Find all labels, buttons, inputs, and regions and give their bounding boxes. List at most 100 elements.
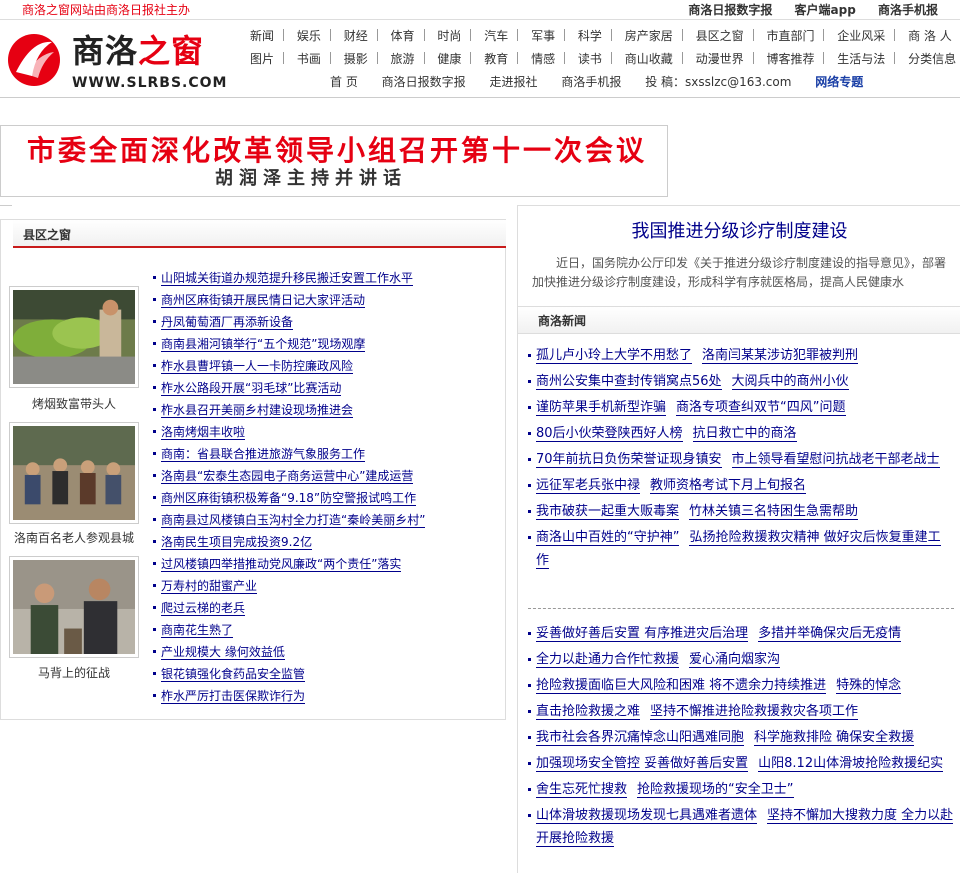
- link-client-app[interactable]: 客户端app: [795, 3, 856, 17]
- photo-frame[interactable]: [9, 286, 139, 388]
- photo-frame[interactable]: [9, 556, 139, 658]
- news-link[interactable]: 80后小伙荣登陕西好人榜: [536, 426, 683, 442]
- list-item[interactable]: 过风楼镇四举措推动党风廉政“两个责任”落实: [153, 556, 425, 578]
- nav-digital-paper[interactable]: 商洛日报数字报: [382, 74, 466, 90]
- nav-item[interactable]: 汽车: [484, 28, 508, 44]
- news-link[interactable]: 爱心涌向烟家沟: [689, 652, 781, 668]
- news-link[interactable]: 坚持不懈推进抢险救援救灾各项工作: [650, 704, 859, 720]
- news-link[interactable]: 抢险救援面临巨大风险和困难 将不遗余力持续推进: [536, 678, 827, 694]
- county-panel: 县区之窗 烤烟致富带头人 洛南百名老人参观县城 马背上的征战 山阳城关街道办规范…: [0, 219, 506, 720]
- nav-special-topics[interactable]: 网络专题: [815, 74, 863, 90]
- news-link[interactable]: 全力以赴通力合作忙救援: [536, 652, 680, 668]
- photo-caption[interactable]: 烤烟致富带头人: [1, 397, 147, 411]
- list-item[interactable]: 柞水县曹坪镇一人一卡防控廉政风险: [153, 358, 425, 380]
- nav-item[interactable]: 生活与法: [837, 51, 885, 67]
- nav-divider: [423, 52, 425, 64]
- list-item[interactable]: 山阳城关街道办规范提升移民搬迁安置工作水平: [153, 270, 425, 292]
- nav-item[interactable]: 商山收藏: [625, 51, 673, 67]
- nav-item[interactable]: 县区之窗: [696, 28, 744, 44]
- nav-item[interactable]: 房产家居: [625, 28, 673, 44]
- news-link[interactable]: 竹林关镇三名特困生急需帮助: [689, 504, 859, 520]
- news-link[interactable]: 直击抢险救援之难: [536, 704, 641, 720]
- nav-item[interactable]: 图片: [250, 51, 274, 67]
- nav-item[interactable]: 健康: [437, 51, 461, 67]
- news-link[interactable]: 我市破获一起重大贩毒案: [536, 504, 680, 520]
- list-item[interactable]: 产业规模大 缘何效益低: [153, 644, 425, 666]
- news-link[interactable]: 商洛专项查纠双节“四风”问题: [676, 400, 846, 416]
- list-item[interactable]: 商南县过风楼镇白玉沟村全力打造“秦岭美丽乡村”: [153, 512, 426, 534]
- list-item[interactable]: 商州区麻街镇开展民情日记大家评活动: [153, 292, 425, 314]
- news-link[interactable]: 山体滑坡救援现场发现七具遇难者遗体: [536, 808, 758, 824]
- nav-item[interactable]: 书画: [297, 51, 321, 67]
- list-item[interactable]: 爬过云梯的老兵: [153, 600, 425, 622]
- nav-item[interactable]: 商 洛 人: [908, 28, 952, 44]
- list-item: 抢险救援面临巨大风险和困难 将不遗余力持续推进 特殊的悼念: [528, 674, 956, 697]
- nav-home[interactable]: 首 页: [330, 74, 358, 90]
- link-digital-paper[interactable]: 商洛日报数字报: [688, 3, 772, 17]
- list-item[interactable]: 柞水公路段开展“羽毛球”比赛活动: [153, 380, 425, 402]
- news-link[interactable]: 孤儿卢小玲上大学不用愁了: [536, 348, 693, 364]
- nav-item[interactable]: 旅游: [391, 51, 415, 67]
- nav-submit-email[interactable]: 投 稿：sxsslzc@163.com: [645, 74, 791, 90]
- nav-about-press[interactable]: 走进报社: [490, 74, 538, 90]
- nav-item[interactable]: 分类信息: [908, 51, 956, 67]
- news-link[interactable]: 70年前抗日负伤荣誉证现身镇安: [536, 452, 722, 468]
- list-item[interactable]: 商州区麻街镇积极筹备“9.18”防空警报试鸣工作: [153, 490, 425, 512]
- news-link[interactable]: 舍生忘死忙搜救: [536, 782, 628, 798]
- nav-item[interactable]: 摄影: [344, 51, 368, 67]
- photo-caption[interactable]: 洛南百名老人参观县城: [1, 531, 147, 545]
- news-link[interactable]: 商洛山中百姓的“守护神”: [536, 530, 680, 546]
- photo-frame[interactable]: [9, 422, 139, 524]
- divider: [0, 205, 12, 213]
- nav-mobile-paper[interactable]: 商洛手机报: [561, 74, 621, 90]
- nav-item[interactable]: 新闻: [250, 28, 274, 44]
- list-item[interactable]: 丹凤葡萄酒厂再添新设备: [153, 314, 425, 336]
- nav-item[interactable]: 时尚: [437, 28, 461, 44]
- nav-item[interactable]: 教育: [484, 51, 508, 67]
- list-item[interactable]: 银花镇强化食药品安全监管: [153, 666, 425, 688]
- list-item[interactable]: 洛南县“宏泰生态园电子商务运营中心”建成运营: [153, 468, 425, 490]
- news-link[interactable]: 妥善做好善后安置 有序推进灾后治理: [536, 626, 749, 642]
- feature-title[interactable]: 我国推进分级诊疗制度建设: [518, 220, 960, 244]
- list-item[interactable]: 柞水严厉打击医保欺诈行为: [153, 688, 425, 710]
- list-item[interactable]: 柞水县召开美丽乡村建设现场推进会: [153, 402, 425, 424]
- headline-banner[interactable]: 市委全面深化改革领导小组召开第十一次会议 胡润泽主持并讲话: [0, 125, 668, 197]
- news-link[interactable]: 抗日救亡中的商洛: [692, 426, 797, 442]
- nav-divider: [470, 52, 472, 64]
- news-link[interactable]: 谨防苹果手机新型诈骗: [536, 400, 667, 416]
- nav-item[interactable]: 体育: [391, 28, 415, 44]
- news-link[interactable]: 加强现场安全管控 妥善做好善后安置: [536, 756, 749, 772]
- news-link[interactable]: 山阳8.12山体滑坡抢险救援纪实: [758, 756, 944, 772]
- news-link[interactable]: 特殊的悼念: [836, 678, 902, 694]
- news-link[interactable]: 科学施救排险 确保安全救援: [754, 730, 915, 746]
- nav-item[interactable]: 军事: [531, 28, 555, 44]
- news-link[interactable]: 洛南闫某某涉访犯罪被判刑: [702, 348, 859, 364]
- news-link[interactable]: 抢险救援现场的“安全卫士”: [637, 782, 794, 798]
- list-item[interactable]: 万寿村的甜蜜产业: [153, 578, 425, 600]
- nav-item[interactable]: 财经: [344, 28, 368, 44]
- nav-item[interactable]: 博客推荐: [766, 51, 814, 67]
- nav-item[interactable]: 情感: [531, 51, 555, 67]
- news-link[interactable]: 教师资格考试下月上旬报名: [650, 478, 807, 494]
- news-link[interactable]: 大阅兵中的商州小伙: [731, 374, 849, 390]
- nav-item[interactable]: 市直部门: [766, 28, 814, 44]
- news-link[interactable]: 商州公安集中查封传销窝点56处: [536, 374, 722, 390]
- list-item[interactable]: 商南县湘河镇举行“五个规范”现场观摩: [153, 336, 425, 358]
- photo-caption[interactable]: 马背上的征战: [1, 666, 147, 680]
- list-item[interactable]: 商南：省县联合推进旅游气象服务工作: [153, 446, 425, 468]
- nav-item[interactable]: 企业风采: [837, 28, 885, 44]
- nav-item[interactable]: 读书: [578, 51, 602, 67]
- news-link[interactable]: 我市社会各界沉痛悼念山阳遇难同胞: [536, 730, 745, 746]
- site-logo[interactable]: 商洛之窗 WWW.SLRBS.COM: [6, 26, 236, 92]
- nav-item[interactable]: 娱乐: [297, 28, 321, 44]
- list-item[interactable]: 商南花生熟了: [153, 622, 425, 644]
- news-link[interactable]: 多措并举确保灾后无疫情: [758, 626, 902, 642]
- news-link[interactable]: 市上领导看望慰问抗战老干部老战士: [731, 452, 940, 468]
- nav-item[interactable]: 科学: [578, 28, 602, 44]
- nav-item[interactable]: 动漫世界: [696, 51, 744, 67]
- list-item[interactable]: 洛南民生项目完成投资9.2亿: [153, 534, 425, 556]
- list-item[interactable]: 洛南烤烟丰收啦: [153, 424, 425, 446]
- nav-divider: [283, 29, 285, 41]
- news-link[interactable]: 远征军老兵张中禄: [536, 478, 641, 494]
- link-mobile-paper[interactable]: 商洛手机报: [878, 3, 938, 17]
